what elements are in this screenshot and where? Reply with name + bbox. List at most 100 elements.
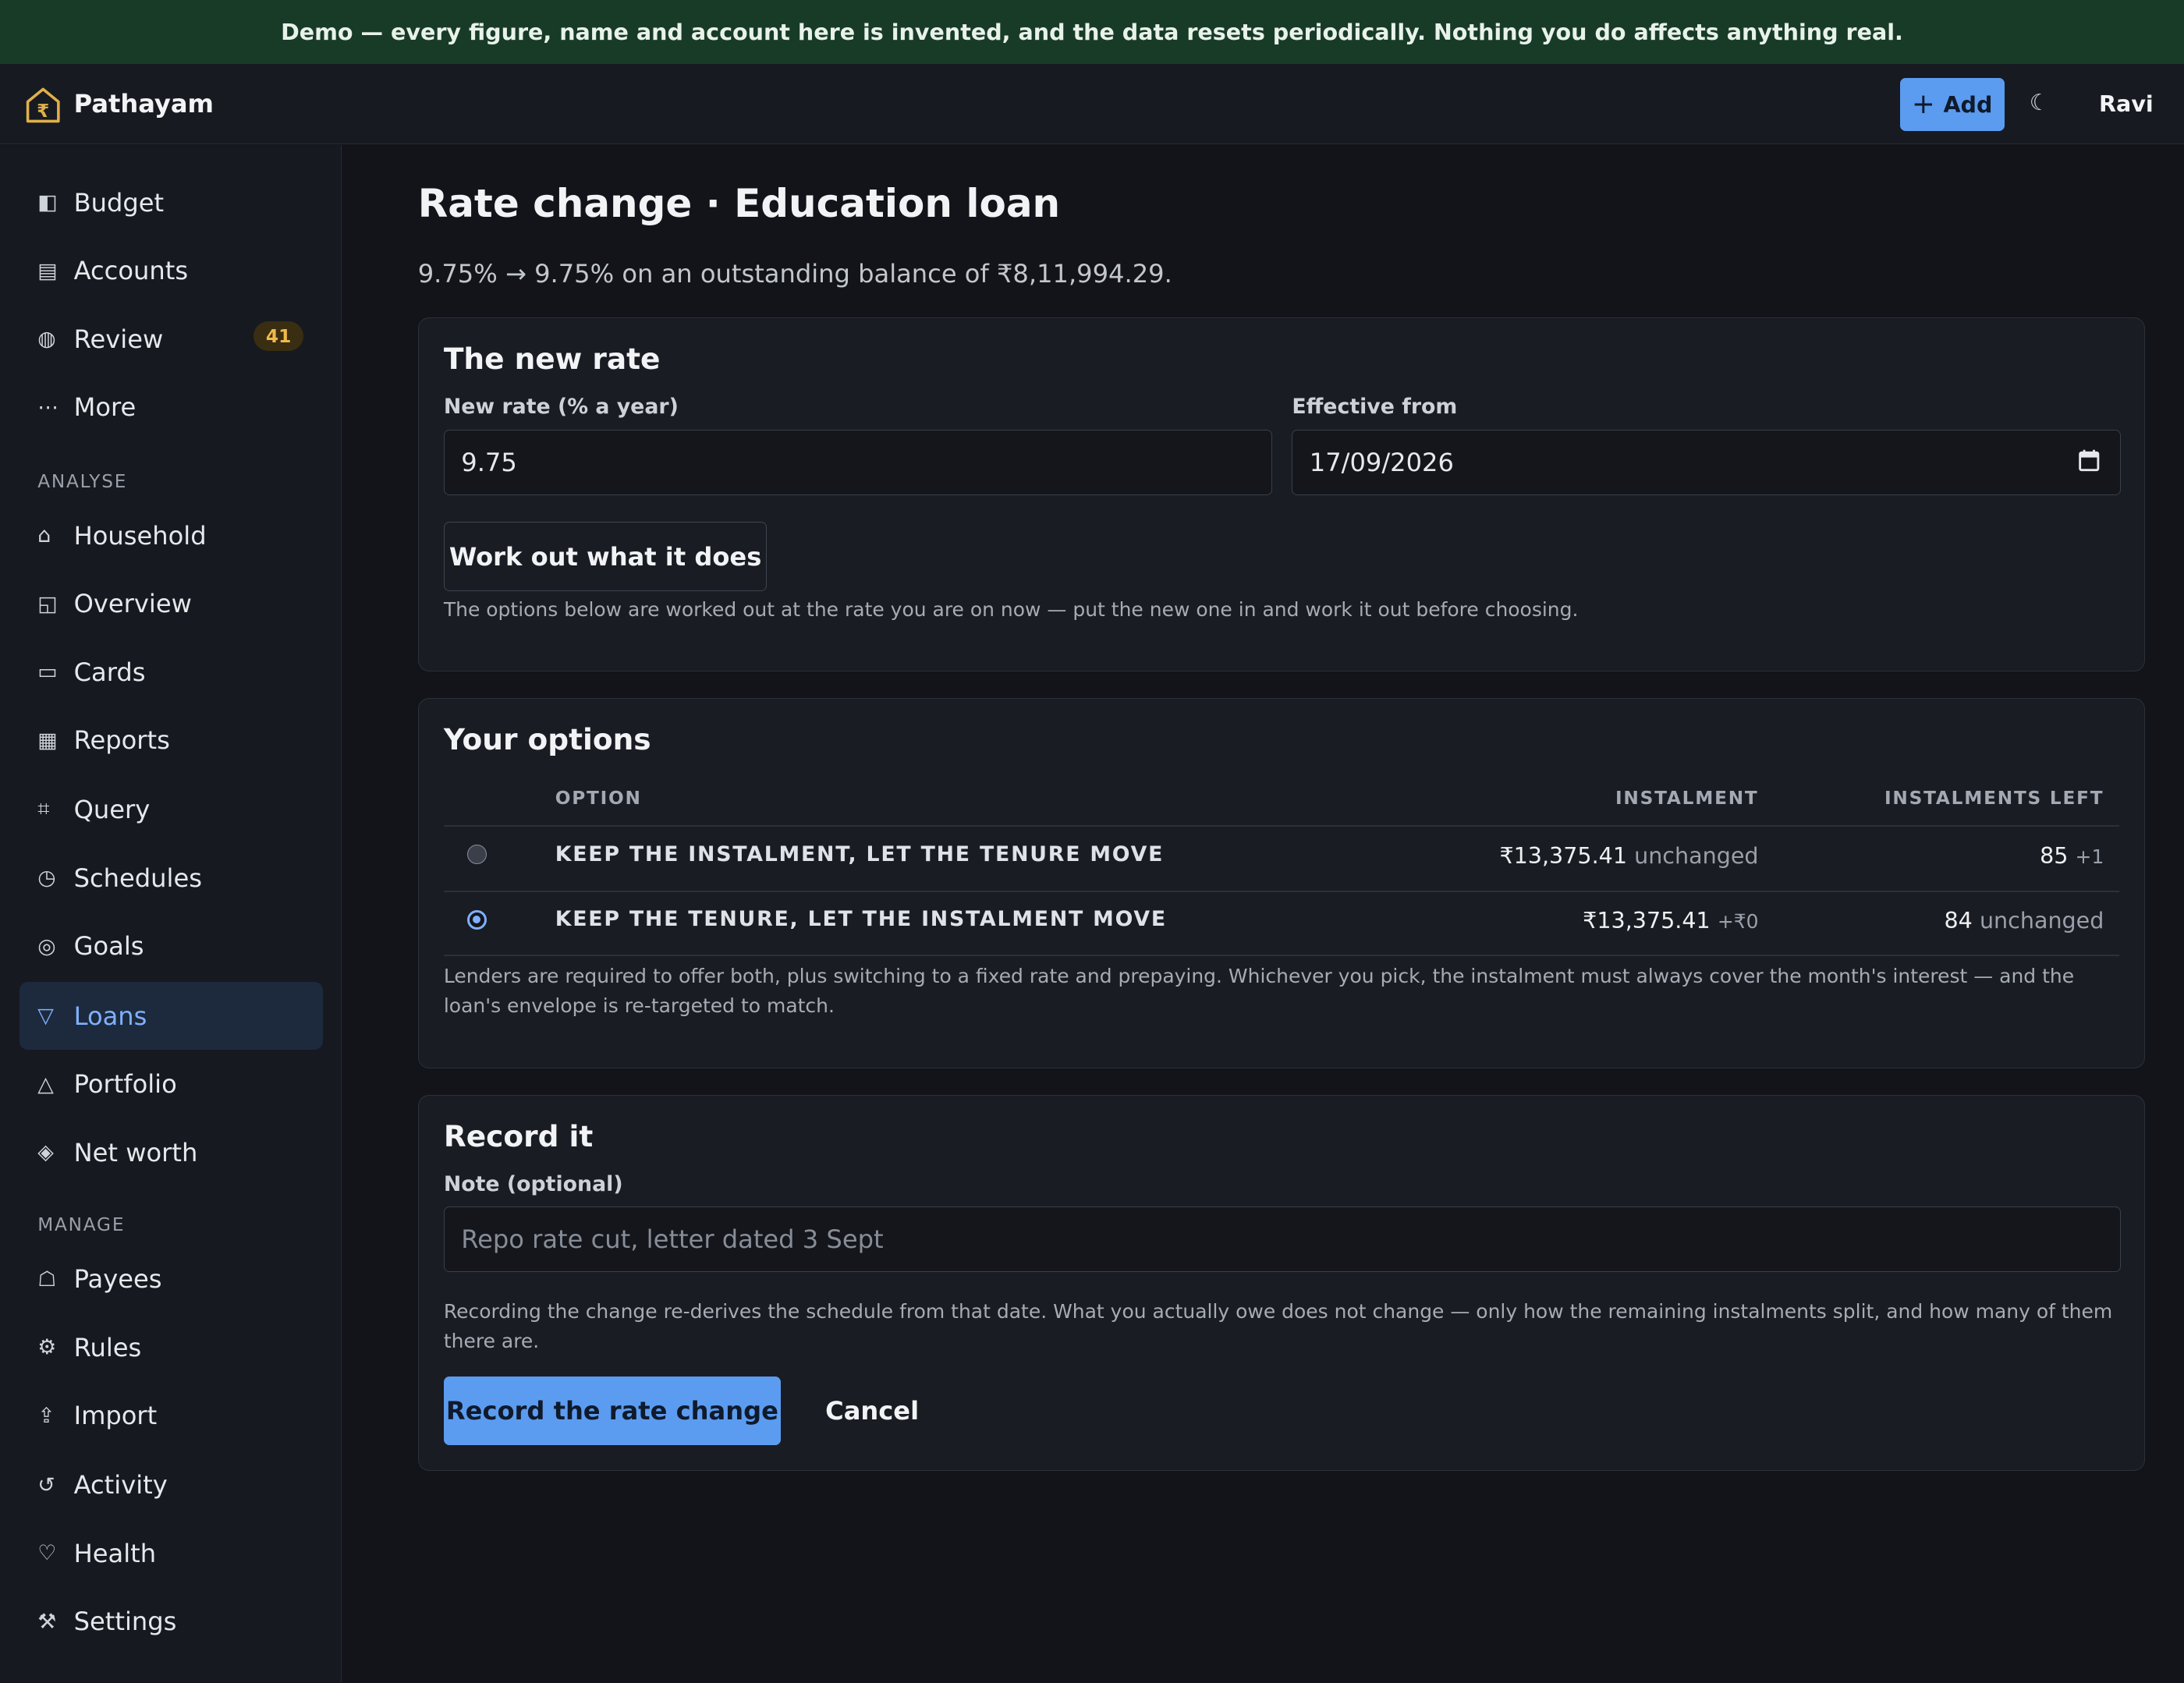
- work-out-button[interactable]: Work out what it does: [443, 521, 768, 592]
- activity-icon: ↺: [37, 1472, 55, 1497]
- option-label: KEEP THE TENURE, LET THE INSTALMENT MOVE: [555, 907, 1167, 932]
- rules-icon: ⚙: [37, 1335, 57, 1360]
- page-subtitle: 9.75% → 9.75% on an outstanding balance …: [417, 259, 1172, 289]
- import-icon: ⇪: [37, 1403, 55, 1428]
- loans-icon: ▽: [37, 1004, 54, 1029]
- sidebar-item-more[interactable]: ⋯ More: [20, 374, 323, 441]
- page-title: Rate change · Education loan: [417, 181, 1061, 227]
- sidebar-item-goals[interactable]: ◎ Goals: [20, 912, 323, 980]
- work-out-button-label: Work out what it does: [448, 541, 762, 572]
- sidebar-item-import[interactable]: ⇪ Import: [20, 1381, 323, 1449]
- sidebar-item-accounts[interactable]: ▤ Accounts: [20, 237, 323, 305]
- review-count-badge: 41: [253, 321, 304, 352]
- calendar-icon[interactable]: [2078, 448, 2101, 472]
- note-label: Note (optional): [443, 1171, 623, 1196]
- user-menu[interactable]: Ravi: [2099, 90, 2154, 117]
- accounts-icon: ▤: [37, 258, 58, 283]
- table-divider: [443, 825, 2120, 827]
- effective-from-value: 17/09/2026: [1309, 447, 1454, 477]
- add-button[interactable]: + Add: [1899, 77, 2005, 131]
- more-icon: ⋯: [37, 395, 58, 420]
- sidebar-item-schedules[interactable]: ◷ Schedules: [20, 844, 323, 912]
- sidebar-item-label: Schedules: [73, 863, 202, 893]
- col-header-instalment: INSTALMENT: [1615, 787, 1759, 809]
- net-worth-icon: ◈: [37, 1140, 54, 1165]
- options-hint: Lenders are required to offer both, plus…: [443, 965, 2075, 1017]
- section-label-analyse: ANALYSE: [37, 470, 128, 492]
- record-button-label: Record the rate change: [445, 1395, 778, 1426]
- sidebar-item-review[interactable]: ◍ Review 41: [20, 305, 323, 373]
- sidebar-item-portfolio[interactable]: △ Portfolio: [20, 1050, 323, 1118]
- demo-banner: Demo — every figure, name and account he…: [0, 0, 2184, 66]
- sidebar-item-label: Cards: [73, 657, 146, 687]
- sidebar-item-label: Loans: [73, 1001, 147, 1031]
- instalments-left-cell: 84 unchanged: [1944, 907, 2104, 934]
- instalments-left-value: 84: [1944, 907, 1973, 934]
- new-rate-card-title: The new rate: [443, 342, 661, 377]
- instalments-left-note: +1: [2075, 845, 2104, 868]
- option-radio-keep-instalment[interactable]: [467, 845, 488, 865]
- query-icon: ⌗: [37, 797, 50, 822]
- record-hint: Recording the change re-derives the sche…: [443, 1300, 2113, 1352]
- sidebar-item-label: Net worth: [73, 1137, 198, 1167]
- col-header-instalments-left: INSTALMENTS LEFT: [1884, 787, 2104, 809]
- brand-name[interactable]: Pathayam: [74, 89, 214, 119]
- sidebar-item-label: Settings: [73, 1607, 177, 1637]
- sidebar-item-household[interactable]: ⌂ Household: [20, 501, 323, 569]
- sidebar-item-query[interactable]: ⌗ Query: [20, 776, 323, 844]
- sidebar-item-activity[interactable]: ↺ Activity: [20, 1451, 323, 1519]
- top-bar: ₹ Pathayam + Add ☾ Ravi: [0, 64, 2184, 144]
- sidebar-item-overview[interactable]: ◱ Overview: [20, 569, 323, 637]
- new-rate-value: 9.75: [461, 447, 517, 477]
- sidebar-item-net-worth[interactable]: ◈ Net worth: [20, 1118, 323, 1186]
- sidebar-item-label: Payees: [73, 1264, 162, 1295]
- sidebar-item-label: Health: [73, 1538, 157, 1568]
- review-icon: ◍: [37, 327, 56, 352]
- effective-from-label: Effective from: [1292, 395, 1458, 420]
- reports-icon: ▦: [37, 728, 58, 753]
- cards-icon: ▭: [37, 660, 58, 685]
- svg-text:₹: ₹: [37, 101, 49, 122]
- note-input[interactable]: Repo rate cut, letter dated 3 Sept: [443, 1206, 2121, 1273]
- new-rate-card: The new rate New rate (% a year) 9.75 Ef…: [417, 317, 2146, 671]
- sidebar-item-loans[interactable]: ▽ Loans: [19, 981, 324, 1051]
- house-rupee-icon[interactable]: ₹: [25, 85, 61, 124]
- new-rate-hint: The options below are worked out at the …: [443, 598, 1579, 622]
- sidebar-item-cards[interactable]: ▭ Cards: [20, 638, 323, 706]
- new-rate-label: New rate (% a year): [443, 395, 679, 420]
- sidebar-item-label: More: [73, 392, 136, 423]
- sidebar-item-settings[interactable]: ⚒ Settings: [20, 1588, 323, 1656]
- instalment-value: ₹13,375.41: [1583, 907, 1711, 934]
- cancel-button[interactable]: Cancel: [825, 1396, 919, 1426]
- plus-icon: +: [1911, 88, 1935, 121]
- sidebar-item-budget[interactable]: ◧ Budget: [20, 168, 323, 236]
- household-icon: ⌂: [37, 523, 51, 548]
- options-card-title: Your options: [443, 721, 651, 756]
- sidebar-item-label: Import: [73, 1401, 158, 1431]
- sidebar-item-label: Budget: [73, 187, 165, 218]
- table-divider: [443, 891, 2120, 892]
- theme-toggle-moon-icon[interactable]: ☾: [2030, 89, 2050, 115]
- sidebar-item-health[interactable]: ♡ Health: [20, 1519, 323, 1587]
- record-rate-change-button[interactable]: Record the rate change: [443, 1377, 781, 1445]
- demo-banner-text: Demo — every figure, name and account he…: [281, 19, 1903, 46]
- sidebar-item-payees[interactable]: ☖ Payees: [20, 1245, 323, 1313]
- sidebar-item-label: Rules: [73, 1332, 142, 1362]
- effective-from-date-input[interactable]: 17/09/2026: [1292, 429, 2121, 495]
- option-label: KEEP THE INSTALMENT, LET THE TENURE MOVE: [555, 841, 1165, 866]
- instalment-cell: ₹13,375.41 +₹0: [1583, 907, 1758, 934]
- sidebar-item-rules[interactable]: ⚙ Rules: [20, 1313, 323, 1381]
- sidebar-item-label: Goals: [73, 931, 144, 962]
- sidebar-item-reports[interactable]: ▦ Reports: [20, 706, 323, 774]
- instalments-left-cell: 85 +1: [2040, 842, 2104, 869]
- overview-icon: ◱: [37, 591, 58, 616]
- sidebar-item-label: Query: [73, 795, 151, 825]
- instalment-note: +₹0: [1717, 910, 1759, 934]
- sidebar-item-label: Reports: [73, 725, 170, 756]
- goals-icon: ◎: [37, 934, 56, 958]
- sidebar-item-label: Activity: [73, 1470, 168, 1501]
- new-rate-input[interactable]: 9.75: [443, 429, 1273, 495]
- instalment-value: ₹13,375.41: [1499, 841, 1627, 869]
- instalments-left-value: 85: [2040, 841, 2069, 869]
- option-radio-keep-tenure[interactable]: [467, 910, 488, 930]
